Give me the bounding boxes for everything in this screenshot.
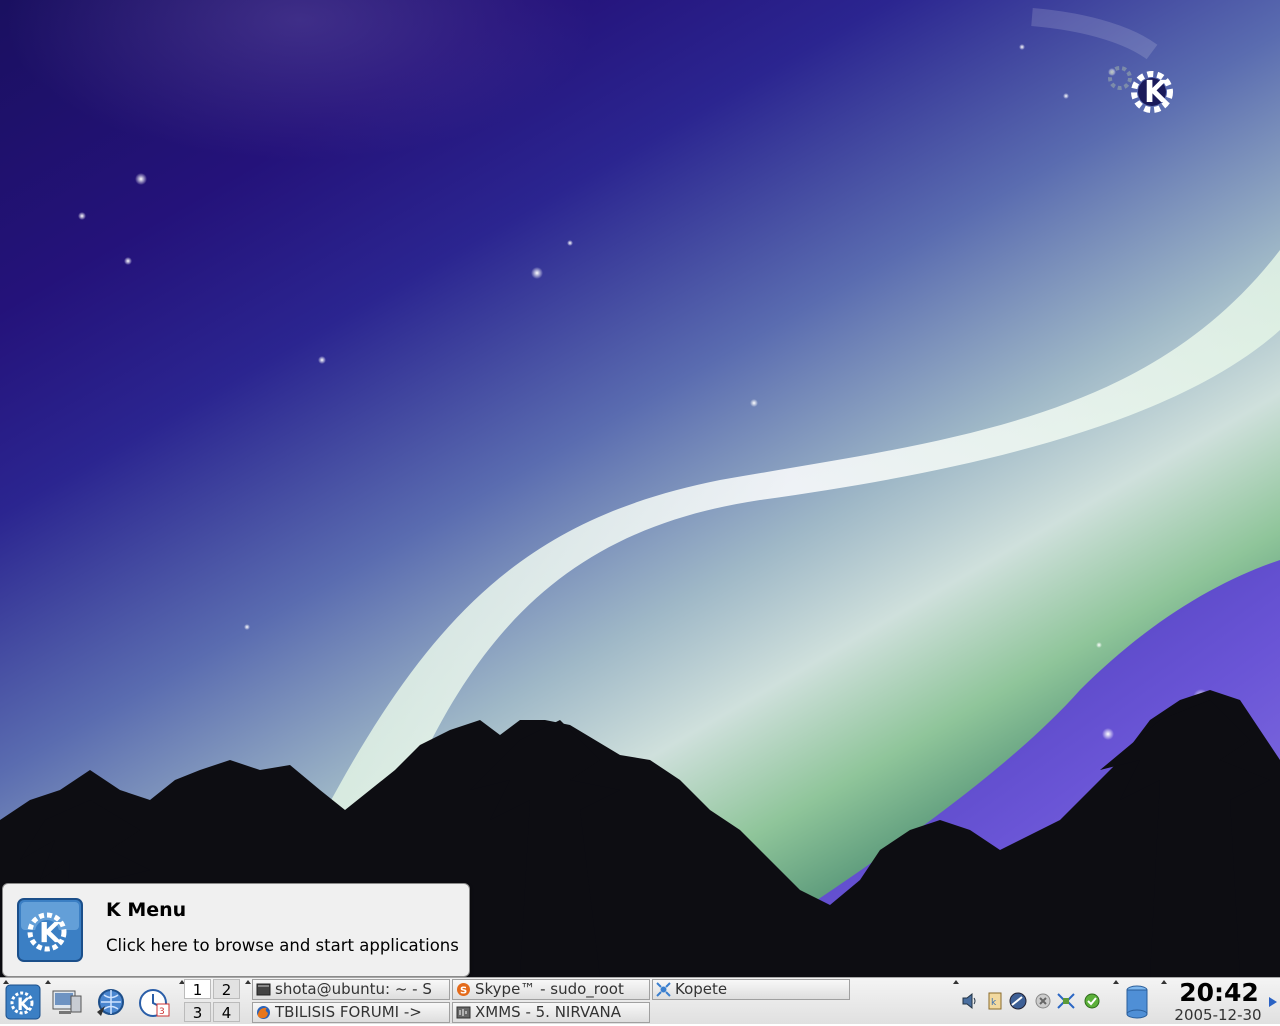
panel-handle[interactable] bbox=[1112, 980, 1119, 1022]
panel-handle[interactable] bbox=[1160, 980, 1167, 1022]
storage-drive-icon[interactable] bbox=[1124, 984, 1150, 1020]
konqueror-globe-icon bbox=[97, 989, 124, 1016]
network-manager-icon[interactable] bbox=[1056, 991, 1076, 1011]
pager-desktop-3[interactable]: 3 bbox=[184, 1002, 211, 1022]
kmenu-tooltip: K K Menu Click here to browse and start … bbox=[2, 883, 470, 977]
calendar-button[interactable]: 3 bbox=[135, 982, 175, 1022]
pager-desktop-1[interactable]: 1 bbox=[184, 979, 211, 999]
task-xmms[interactable]: XMMS - 5. NIRVANA bbox=[452, 1002, 650, 1023]
task-label: TBILISIS FORUMI -> bbox=[275, 1003, 422, 1021]
terminal-icon bbox=[256, 983, 271, 996]
kde-logo: K bbox=[1031, 8, 1173, 113]
clock-time: 20:42 bbox=[1179, 978, 1259, 1007]
panel-handle[interactable] bbox=[952, 980, 959, 1022]
task-label: Kopete bbox=[675, 980, 728, 998]
kmenu-button[interactable]: K bbox=[3, 982, 43, 1022]
svg-text:k: k bbox=[991, 998, 997, 1008]
kde-k-icon: K bbox=[17, 898, 83, 962]
tooltip-title: K Menu bbox=[106, 899, 187, 921]
close-circle-icon[interactable] bbox=[1033, 991, 1053, 1011]
xmms-icon bbox=[456, 1006, 471, 1019]
kde-k-icon: K bbox=[5, 984, 41, 1020]
svg-text:K: K bbox=[17, 995, 31, 1015]
svg-text:3: 3 bbox=[159, 1007, 165, 1017]
web-browser-button[interactable] bbox=[91, 982, 131, 1022]
desktop-wallpaper[interactable]: K bbox=[0, 0, 1280, 977]
clock-date: 2005-12-30 bbox=[1174, 1006, 1262, 1024]
klipper-icon[interactable]: k bbox=[985, 991, 1005, 1011]
task-firefox[interactable]: TBILISIS FORUMI -> bbox=[252, 1002, 450, 1023]
pager-desktop-4[interactable]: 4 bbox=[213, 1002, 240, 1022]
task-label: XMMS - 5. NIRVANA bbox=[475, 1003, 622, 1021]
panel-handle[interactable] bbox=[244, 980, 251, 1022]
panel-handle[interactable] bbox=[178, 980, 185, 1022]
pager-desktop-2[interactable]: 2 bbox=[213, 979, 240, 999]
svg-text:S: S bbox=[460, 986, 467, 997]
skype-icon: S bbox=[457, 983, 470, 997]
show-desktop-button[interactable] bbox=[47, 982, 87, 1022]
task-terminal[interactable]: shota@ubuntu: ~ - S bbox=[252, 979, 450, 1000]
kicker-panel: K 3 1 2 3 4 shota@ubuntu: ~ - S S Skype™… bbox=[0, 977, 1280, 1024]
kopete-icon bbox=[656, 982, 671, 997]
stars bbox=[78, 44, 1209, 740]
svg-text:K: K bbox=[1144, 75, 1169, 110]
calendar-clock-icon: 3 bbox=[139, 989, 170, 1017]
task-kopete[interactable]: Kopete bbox=[652, 979, 850, 1000]
tooltip-description: Click here to browse and start applicati… bbox=[106, 936, 459, 955]
aurora-wallpaper-art: K bbox=[0, 8, 1280, 977]
desktop-icon bbox=[52, 990, 82, 1014]
task-label: Skype™ - sudo_root bbox=[475, 980, 624, 998]
panel-hide-arrow-icon[interactable] bbox=[1268, 996, 1278, 1008]
task-label: shota@ubuntu: ~ - S bbox=[275, 980, 432, 998]
task-skype[interactable]: S Skype™ - sudo_root bbox=[452, 979, 650, 1000]
network-icon[interactable] bbox=[1008, 991, 1028, 1011]
svg-text:K: K bbox=[39, 916, 62, 949]
volume-icon[interactable] bbox=[960, 991, 980, 1011]
update-icon[interactable] bbox=[1082, 991, 1102, 1011]
firefox-icon bbox=[257, 1006, 270, 1019]
